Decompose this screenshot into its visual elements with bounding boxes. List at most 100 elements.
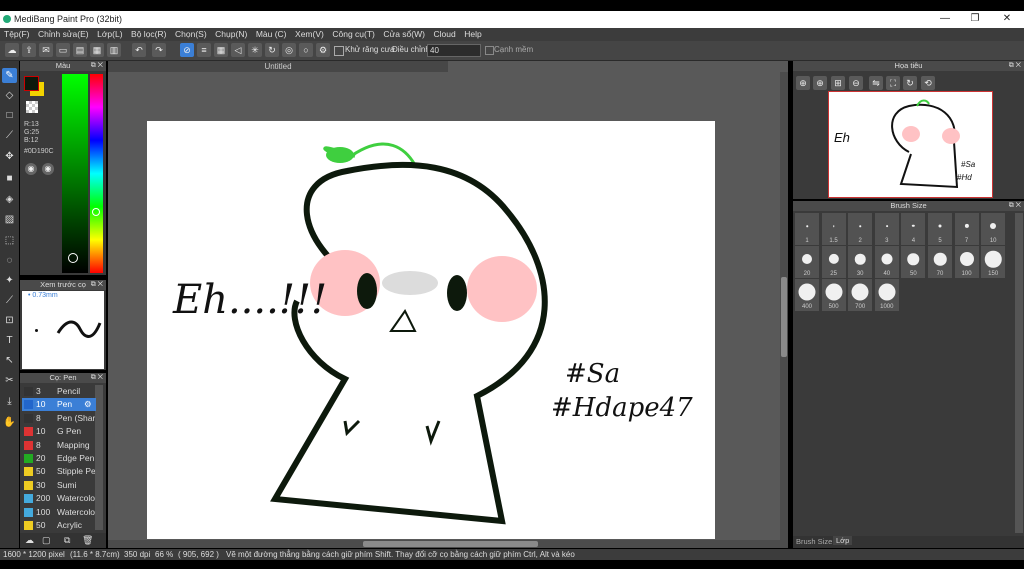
brush-list-item[interactable]: 8 Pen (Shar (22, 412, 96, 425)
rotate-icon[interactable]: ↻ (903, 76, 917, 90)
canvas-paper[interactable]: Eh....!!! #Sa #Hdape47 (147, 121, 715, 539)
cross-snap-icon[interactable]: ▦ (214, 43, 228, 57)
brush-size-cell[interactable]: 7 (954, 213, 979, 245)
shape-tool-icon[interactable]: ■ (2, 171, 17, 186)
brush-settings-icon[interactable]: ⚙ (84, 398, 92, 411)
brush-size-cell[interactable]: 25 (821, 246, 846, 278)
text-tool-icon[interactable]: T (2, 333, 17, 348)
hue-slider[interactable] (90, 74, 103, 273)
divide-tool-icon[interactable]: ✂ (2, 373, 17, 388)
brush-size-cell[interactable]: 2 (848, 213, 873, 245)
brush-list-item[interactable]: 200 Watercolo (22, 492, 96, 505)
navigator-thumbnail[interactable]: Eh #Sa #Hd (828, 91, 993, 198)
palette-icon[interactable]: ◉ (25, 163, 37, 175)
delete-brush-icon[interactable]: 🗑 (82, 535, 93, 546)
select-eraser-icon[interactable]: ⊡ (2, 313, 17, 328)
parallel-snap-icon[interactable]: ≡ (197, 43, 211, 57)
radial-snap-icon[interactable]: ✳ (248, 43, 262, 57)
brush-list-item[interactable]: 100 Watercolo (22, 506, 96, 519)
hand-tool-icon[interactable]: ✋ (2, 415, 17, 430)
brush-size-cell[interactable]: 400 (795, 279, 819, 311)
brush-tool-icon[interactable]: ✎ (2, 68, 17, 83)
grid-icon[interactable]: ▦ (90, 43, 104, 57)
canvas-vscroll-thumb[interactable] (781, 277, 787, 357)
brush-size-cell[interactable]: 1.5 (821, 213, 846, 245)
foreground-color-swatch[interactable] (24, 76, 39, 91)
move-tool-icon[interactable]: ✥ (2, 149, 17, 164)
settings-icon[interactable]: ⚙ (316, 43, 330, 57)
menu-view[interactable]: Xem(V) (295, 28, 324, 41)
brush-size-cell[interactable]: 500 (821, 279, 846, 311)
actual-size-icon[interactable]: ⛶ (886, 76, 900, 90)
curve-snap-icon[interactable]: ↻ (265, 43, 279, 57)
brush-size-cell[interactable]: 1 (795, 213, 819, 245)
concentric-snap-icon[interactable]: ◎ (282, 43, 296, 57)
vanishing-snap-icon[interactable]: ◁ (231, 43, 245, 57)
zoom-out-icon[interactable]: ⊖ (849, 76, 863, 90)
circle-snap-icon[interactable]: ○ (299, 43, 313, 57)
canvas-hscroll-thumb[interactable] (363, 541, 538, 547)
tab-layer[interactable]: Lớp (833, 536, 853, 545)
brush-size-cell[interactable]: 40 (874, 246, 899, 278)
snap-off-icon[interactable]: ⊘ (180, 43, 194, 57)
brush-list-item[interactable]: 3 Pencil (22, 385, 96, 398)
menu-filter[interactable]: Bộ lọc(R) (131, 28, 166, 41)
brush-size-cell[interactable]: 50 (901, 246, 926, 278)
brush-list-scrollbar[interactable] (95, 385, 103, 530)
dot-tool-icon[interactable]: □ (2, 108, 17, 123)
magic-wand-icon[interactable]: ✦ (2, 273, 17, 288)
chat-icon[interactable]: ▭ (56, 43, 70, 57)
zoom-in-icon[interactable]: ⊕ (796, 76, 810, 90)
brush-size-cell[interactable]: 4 (901, 213, 926, 245)
flip-icon[interactable]: ⇋ (869, 76, 883, 90)
zoom-fit-icon[interactable]: ⊕ (813, 76, 827, 90)
canvas-tab[interactable]: Untitled (108, 61, 448, 72)
brush-list-item[interactable]: 50 Stipple Pe (22, 465, 96, 478)
comment-icon[interactable]: ✉ (39, 43, 53, 57)
canvas-vscroll[interactable] (780, 72, 788, 542)
menu-select[interactable]: Chọn(S) (175, 28, 207, 41)
menu-cloud[interactable]: Cloud (434, 28, 456, 41)
brush-list-item[interactable]: 10 Pen ⚙ (22, 398, 96, 412)
canvas-hscroll[interactable] (108, 540, 788, 548)
add-cloud-brush-icon[interactable]: ☁ (25, 535, 34, 546)
menu-color[interactable]: Màu (C) (256, 28, 287, 41)
smooth-checkbox[interactable] (485, 46, 494, 55)
menu-help[interactable]: Help (464, 28, 481, 41)
brush-size-scrollbar[interactable] (1015, 213, 1023, 533)
brush-size-cell[interactable]: 20 (795, 246, 819, 278)
tab-brush-size[interactable]: Brush Size (796, 537, 832, 546)
hue-handle[interactable] (92, 208, 100, 216)
lasso-tool-icon[interactable]: ◌ (2, 253, 17, 268)
eyedropper-tool-icon[interactable]: ⤓ (2, 394, 17, 409)
brush-size-cell[interactable]: 1000 (874, 279, 899, 311)
menu-layer[interactable]: Lớp(L) (97, 28, 122, 41)
brush-size-cell[interactable]: 30 (848, 246, 873, 278)
redo-icon[interactable]: ↷ (152, 43, 166, 57)
reset-rotate-icon[interactable]: ⟲ (921, 76, 935, 90)
operation-tool-icon[interactable]: ↖ (2, 353, 17, 368)
brush-size-cell[interactable]: 10 (981, 213, 1006, 245)
menu-edit[interactable]: Chỉnh sửa(E) (38, 28, 89, 41)
fit-window-icon[interactable]: ⊞ (831, 76, 845, 90)
brush-copy-icon[interactable]: ⧉ (64, 535, 70, 546)
brush-size-cell[interactable]: 100 (954, 246, 979, 278)
maximize-button[interactable]: ❐ (968, 13, 982, 25)
transparent-swatch[interactable] (26, 101, 38, 113)
cloud-icon[interactable]: ☁ (5, 43, 19, 57)
color-settings-icon[interactable]: ◉ (42, 163, 54, 175)
page-icon[interactable]: ▤ (73, 43, 87, 57)
export-icon[interactable]: ⇪ (22, 43, 36, 57)
brush-list-item[interactable]: 10 G Pen (22, 425, 96, 438)
color-picker-handle[interactable] (68, 253, 78, 263)
menu-window[interactable]: Cửa sổ(W) (383, 28, 425, 41)
brush-size-cell[interactable]: 700 (848, 279, 873, 311)
menu-capture[interactable]: Chụp(N) (215, 28, 247, 41)
antialias-checkbox[interactable] (334, 46, 344, 56)
brush-list-item[interactable]: 50 Acrylic (22, 519, 96, 532)
panels-icon[interactable]: ▥ (107, 43, 121, 57)
minimize-button[interactable]: — (938, 13, 952, 25)
add-brush-icon[interactable]: ▢ (42, 535, 51, 546)
brush-size-cell[interactable]: 150 (981, 246, 1006, 278)
menu-file[interactable]: Tệp(F) (4, 28, 30, 41)
